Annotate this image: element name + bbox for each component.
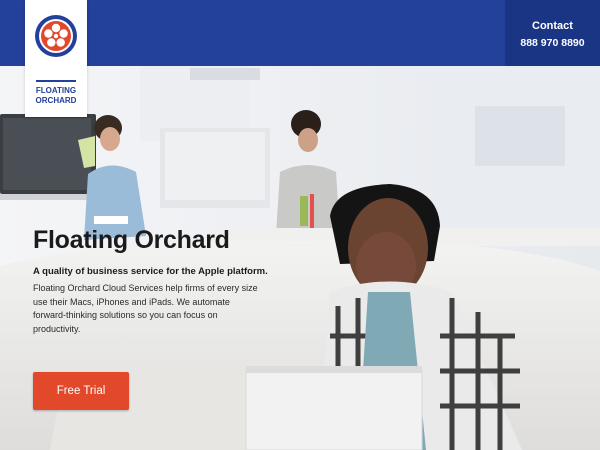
hero-section: Floating Orchard A quality of business s… <box>0 66 600 450</box>
contact-phone[interactable]: 888 970 8890 <box>505 35 600 52</box>
logo-text-line1: FLOATING <box>35 86 77 95</box>
logo-link[interactable]: FLOATING ORCHARD <box>25 0 87 117</box>
site-header: Contact 888 970 8890 <box>0 0 600 66</box>
hero-headline: Floating Orchard <box>33 226 230 254</box>
free-trial-button[interactable]: Free Trial <box>33 372 129 410</box>
logo-divider <box>36 80 76 82</box>
logo-text-line2: ORCHARD <box>35 96 77 105</box>
contact-link[interactable]: Contact 888 970 8890 <box>505 0 600 66</box>
contact-label: Contact <box>532 20 573 32</box>
logo-wordmark: FLOATING ORCHARD <box>25 86 87 106</box>
orchard-flower-icon <box>35 15 77 57</box>
hero-tagline: A quality of business service for the Ap… <box>33 266 268 277</box>
hero-body: Floating Orchard Cloud Services help fir… <box>33 283 258 334</box>
